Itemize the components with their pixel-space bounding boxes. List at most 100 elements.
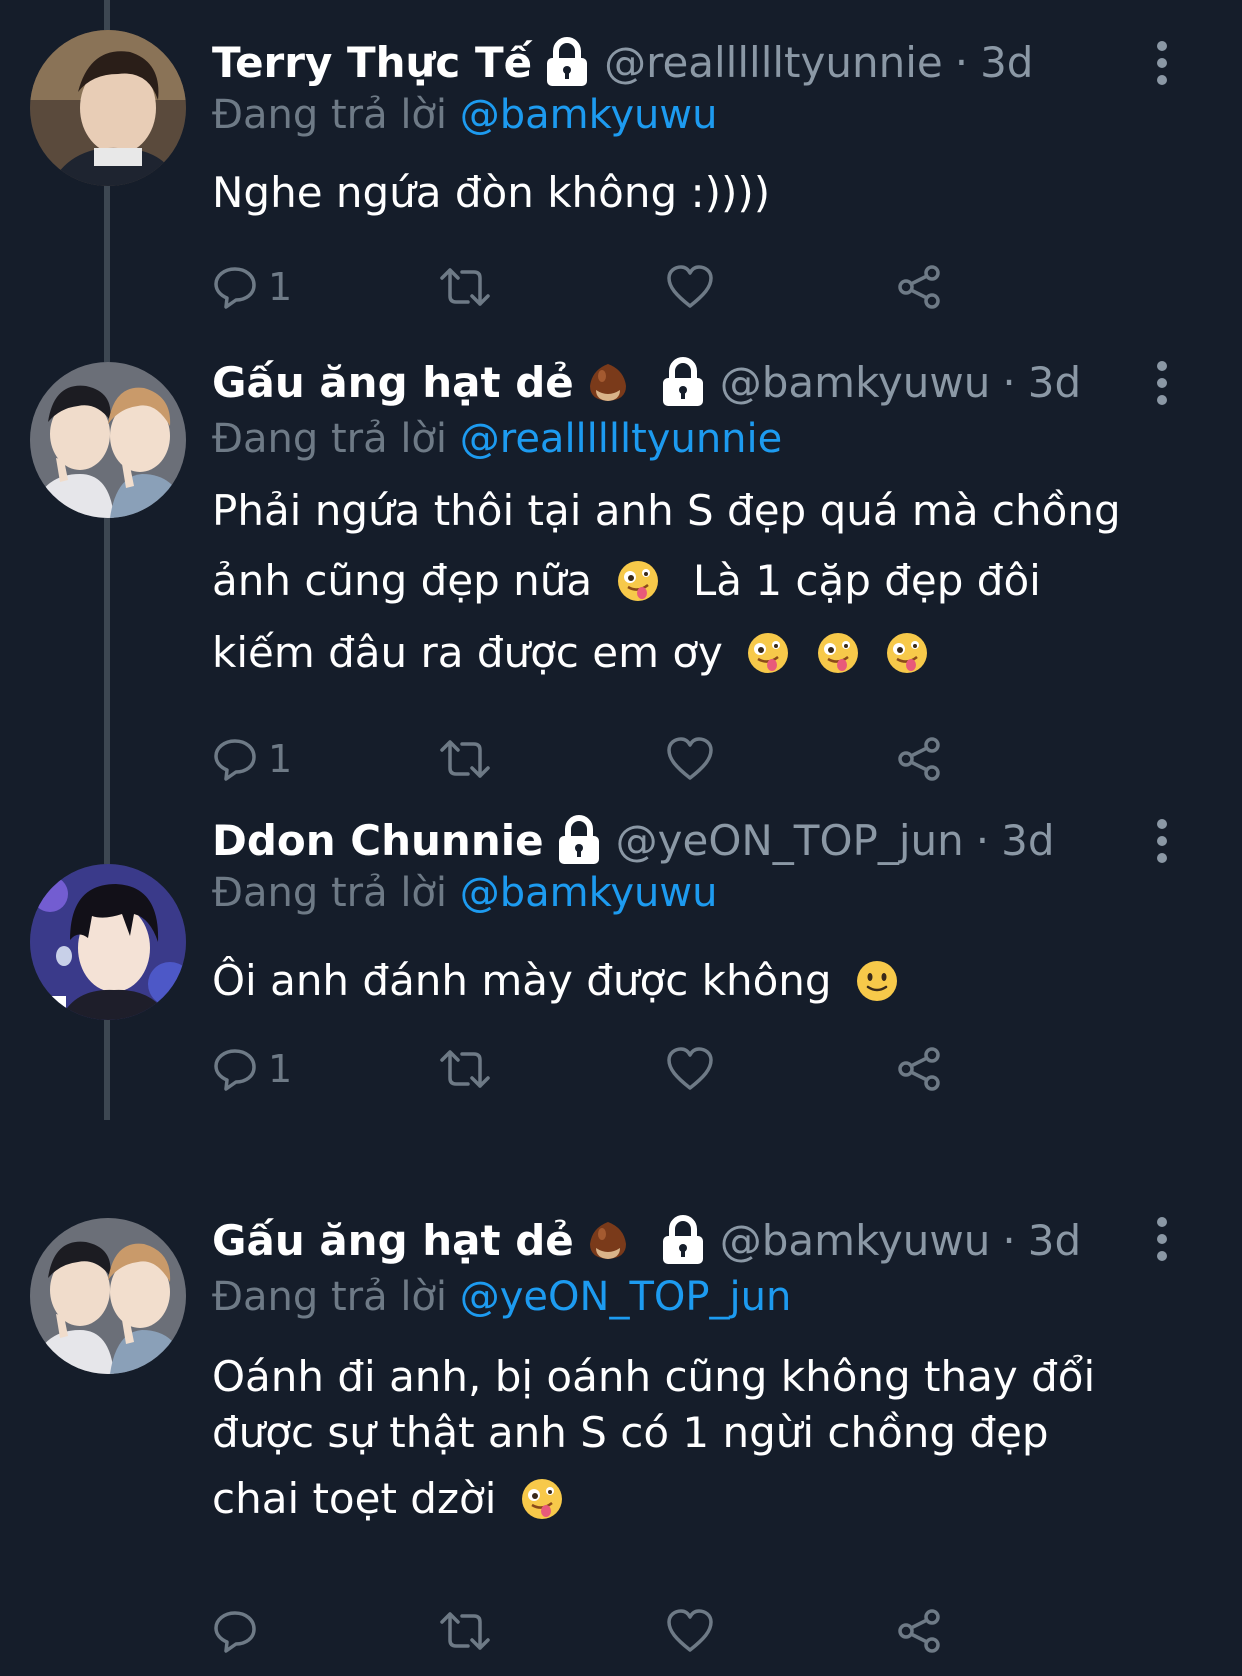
more-options-icon[interactable] — [1152, 360, 1172, 406]
retweet-icon — [440, 268, 490, 306]
share-icon — [898, 737, 940, 781]
heart-icon — [667, 1609, 713, 1652]
tweet-text-line: ảnh cũng đẹp nữa — [212, 556, 593, 605]
tweet-header: Gấu ăng hạt dẻ @bamkyuwu · 3d — [212, 352, 1122, 412]
retweet-button[interactable] — [438, 1042, 492, 1096]
tweet-header: Terry Thực Tế @realllllltyunnie · 3d — [212, 32, 1122, 92]
reply-icon — [214, 1049, 256, 1091]
tweet-text-line: kiếm đâu ra được em ơy — [212, 628, 723, 677]
mention-link[interactable]: @yeON_TOP_jun — [460, 1274, 792, 1320]
reply-prefix: Đang trả lời — [212, 92, 448, 138]
tweet-actions: 1 — [212, 1042, 1012, 1096]
tweet-text-line: Ôi anh đánh mày được không — [212, 956, 832, 1005]
zany-face-emoji-icon — [746, 631, 790, 675]
lock-icon — [660, 1215, 706, 1265]
reply-button[interactable]: 1 — [212, 260, 292, 314]
share-button[interactable] — [896, 1604, 944, 1658]
share-button[interactable] — [896, 260, 944, 314]
reply-button[interactable] — [212, 1604, 268, 1658]
mention-link[interactable]: @bamkyuwu — [460, 870, 718, 916]
chestnut-emoji-icon — [586, 1218, 630, 1262]
share-button[interactable] — [896, 1042, 944, 1096]
lock-icon — [544, 37, 590, 87]
user-handle[interactable]: @bamkyuwu — [720, 1216, 991, 1265]
reply-count: 1 — [268, 737, 293, 781]
tweet-actions: 1 — [212, 260, 1012, 314]
like-button[interactable] — [666, 1042, 714, 1096]
tweet-reply[interactable]: Ddon Chunnie @yeON_TOP_jun · 3d Đang trả… — [0, 810, 1242, 1140]
chestnut-emoji-icon — [586, 360, 630, 404]
retweet-icon — [440, 1612, 490, 1650]
reply-prefix: Đang trả lời — [212, 1274, 448, 1320]
reply-count: 1 — [268, 1047, 293, 1091]
tweet-text: Nghe ngứa đòn không :)))) — [212, 168, 1172, 217]
reply-prefix: Đang trả lời — [212, 416, 448, 462]
display-name[interactable]: Terry Thực Tế — [212, 38, 532, 87]
tweet-text-line: chai toẹt dzời — [212, 1474, 497, 1523]
user-handle[interactable]: @yeON_TOP_jun — [616, 816, 964, 865]
reply-icon — [214, 267, 256, 309]
tweet-text-line: Oánh đi anh, bị oánh cũng không thay đổi — [212, 1352, 1096, 1401]
retweet-button[interactable] — [438, 260, 492, 314]
retweet-icon — [440, 740, 490, 778]
user-handle[interactable]: @bamkyuwu — [720, 358, 991, 407]
lock-icon — [660, 357, 706, 407]
avatar[interactable] — [30, 30, 186, 186]
avatar[interactable] — [30, 362, 186, 518]
zany-face-emoji-icon — [616, 559, 660, 603]
reply-button[interactable]: 1 — [212, 732, 292, 786]
tweet-reply[interactable]: Gấu ăng hạt dẻ @bamkyuwu · 3d Đang trả l… — [0, 1140, 1242, 1676]
tweet-text-line: Nghe ngứa đòn không :)))) — [212, 168, 771, 217]
avatar[interactable] — [30, 1218, 186, 1374]
more-options-icon[interactable] — [1152, 1216, 1172, 1262]
timestamp[interactable]: 3d — [1028, 1216, 1081, 1265]
retweet-button[interactable] — [438, 1604, 492, 1658]
more-options-icon[interactable] — [1152, 40, 1172, 86]
mention-link[interactable]: @realllllltyunnie — [460, 416, 783, 462]
reply-icon — [214, 739, 256, 781]
separator: · — [975, 815, 990, 865]
zany-face-emoji-icon — [885, 631, 929, 675]
tweet-text-line: Phải ngứa thôi tại anh S đẹp quá mà chồn… — [212, 486, 1121, 535]
tweet-actions — [212, 1604, 1012, 1658]
display-name[interactable]: Gấu ăng hạt dẻ — [212, 358, 574, 407]
display-name[interactable]: Gấu ăng hạt dẻ — [212, 1216, 574, 1265]
timestamp[interactable]: 3d — [1001, 816, 1054, 865]
reply-context: Đang trả lời @realllllltyunnie — [212, 416, 782, 462]
reply-button[interactable]: 1 — [212, 1042, 292, 1096]
tweet-actions: 1 — [212, 732, 1012, 786]
timestamp[interactable]: 3d — [1028, 358, 1081, 407]
reply-icon — [214, 1611, 256, 1653]
tweet-text-line: được sự thật anh S có 1 ngừi chồng đẹp — [212, 1408, 1049, 1457]
retweet-icon — [440, 1050, 490, 1088]
more-options-icon[interactable] — [1152, 818, 1172, 864]
tweet-reply[interactable]: Terry Thực Tế @realllllltyunnie · 3d Đan… — [0, 0, 1242, 340]
heart-icon — [667, 265, 713, 308]
timestamp[interactable]: 3d — [980, 38, 1033, 87]
heart-icon — [667, 1047, 713, 1090]
mention-link[interactable]: @bamkyuwu — [460, 92, 718, 138]
tweet-reply[interactable]: Gấu ăng hạt dẻ @bamkyuwu · 3d Đang trả l… — [0, 340, 1242, 810]
heart-icon — [667, 737, 713, 780]
like-button[interactable] — [666, 260, 714, 314]
tweet-header: Gấu ăng hạt dẻ @bamkyuwu · 3d — [212, 1210, 1122, 1270]
avatar[interactable] — [30, 864, 186, 1020]
user-handle[interactable]: @realllllltyunnie — [604, 38, 943, 87]
tweet-text: Ôi anh đánh mày được không — [212, 956, 1172, 1005]
tweet-header: Ddon Chunnie @yeON_TOP_jun · 3d — [212, 810, 1122, 870]
share-button[interactable] — [896, 732, 944, 786]
share-icon — [898, 1609, 940, 1653]
reply-context: Đang trả lời @bamkyuwu — [212, 92, 717, 138]
separator: · — [1002, 1215, 1016, 1265]
separator: · — [1002, 357, 1016, 407]
like-button[interactable] — [666, 732, 714, 786]
share-icon — [898, 265, 940, 309]
like-button[interactable] — [666, 1604, 714, 1658]
tweet-text-line: Là 1 cặp đẹp đôi — [692, 556, 1041, 605]
retweet-button[interactable] — [438, 732, 492, 786]
slight-smile-emoji-icon — [855, 959, 899, 1003]
share-icon — [898, 1047, 940, 1091]
zany-face-emoji-icon — [520, 1477, 564, 1521]
display-name[interactable]: Ddon Chunnie — [212, 816, 544, 865]
reply-prefix: Đang trả lời — [212, 870, 448, 916]
